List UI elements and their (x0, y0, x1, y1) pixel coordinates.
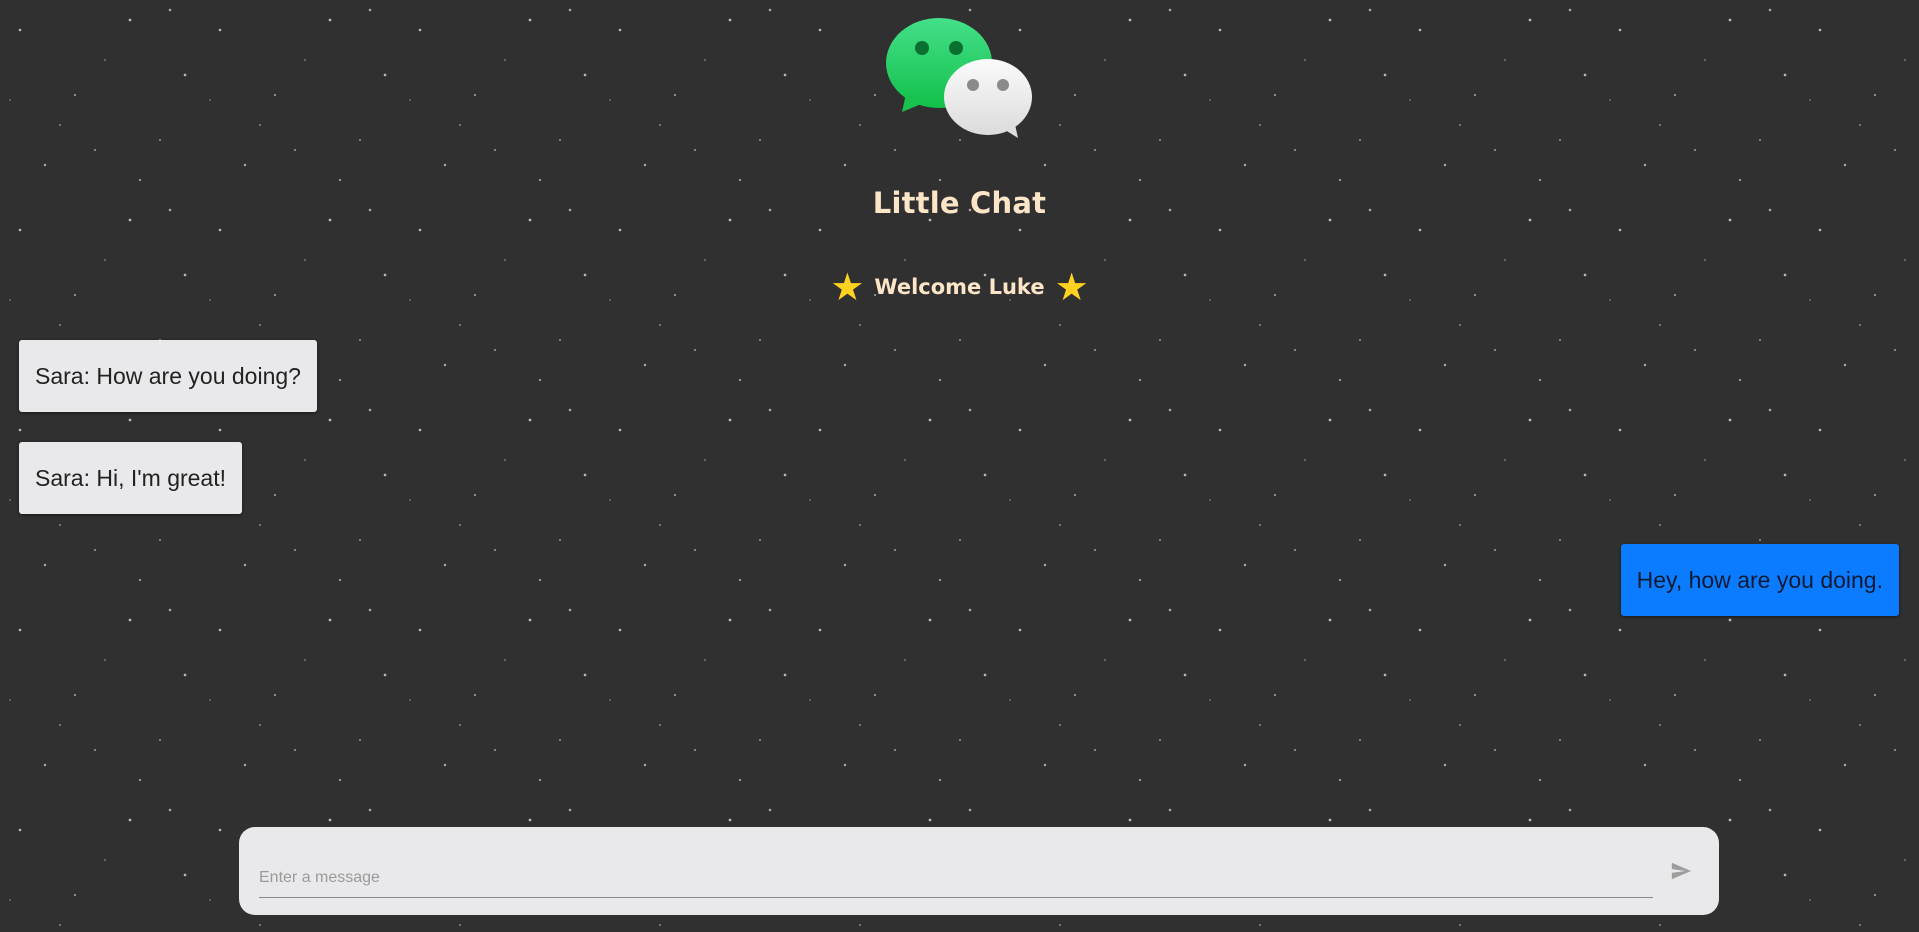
message-composer (239, 827, 1719, 915)
message-bubble-outgoing: Hey, how are you doing. (1620, 544, 1899, 616)
message-input[interactable] (259, 858, 1653, 898)
welcome-banner: ★ Welcome Luke ★ (0, 268, 1919, 306)
star-icon: ★ (830, 265, 865, 309)
message-text: Sara: Hi, I'm great! (35, 464, 227, 491)
message-text: Sara: How are you doing? (35, 362, 301, 389)
message-text: Hey, how are you doing. (1636, 566, 1883, 593)
message-bubble-incoming: Sara: How are you doing? (19, 340, 317, 412)
welcome-text: Welcome Luke (874, 275, 1045, 299)
send-button[interactable] (1657, 847, 1705, 895)
star-icon: ★ (1054, 265, 1089, 309)
app-title: Little Chat (872, 186, 1047, 220)
send-icon (1671, 862, 1692, 880)
message-bubble-incoming: Sara: Hi, I'm great! (19, 442, 243, 514)
chat-bubbles-icon (886, 18, 1032, 138)
